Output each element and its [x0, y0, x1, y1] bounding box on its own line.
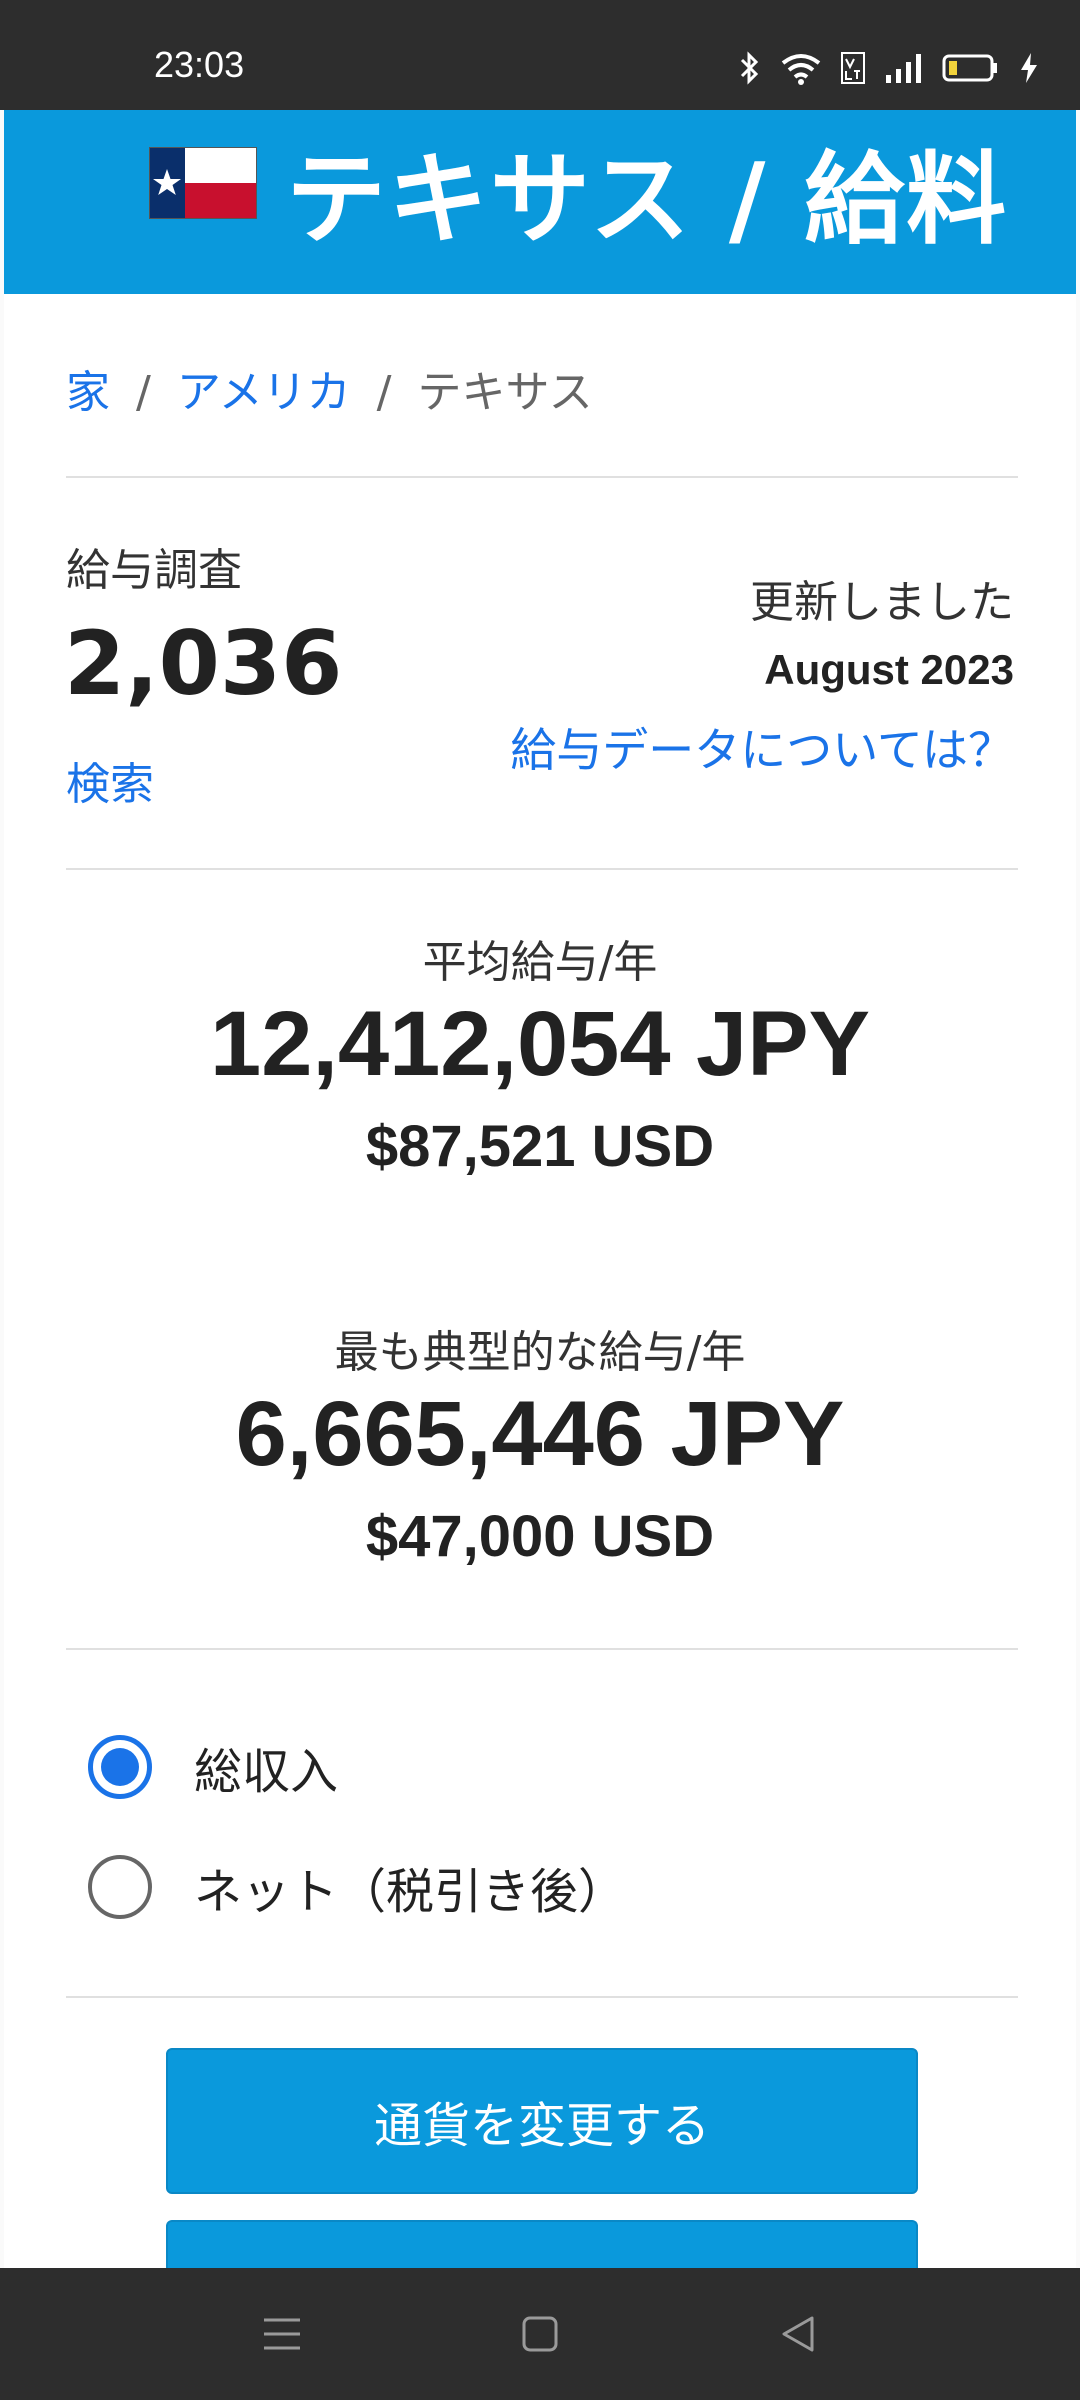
wifi-icon	[781, 54, 821, 85]
survey-count: 2,036	[64, 612, 343, 715]
back-icon[interactable]	[768, 2308, 828, 2360]
typical-salary-usd: $47,000 USD	[365, 1504, 715, 1569]
typical-salary-label: 最も典型的な給与/年	[334, 1327, 746, 1378]
radio-gross-income[interactable]: 総収入	[88, 1732, 338, 1802]
breadcrumb-home-link[interactable]: 家	[66, 367, 110, 418]
battery-icon	[942, 54, 997, 82]
status-time: 23:03	[154, 44, 245, 85]
average-salary-jpy: 12,412,054 JPY	[210, 993, 870, 1095]
main-content: 家 / アメリカ / テキサス 給与調査 2,036 検索 更新しました August …	[4, 294, 1076, 2280]
updated-date: August 2023	[764, 646, 1014, 693]
typical-salary-block: 最も典型的な給与/年 6,665,446 JPY $47,000 USD	[4, 1316, 1076, 1570]
breadcrumb-separator: /	[136, 367, 151, 418]
breadcrumb: 家 / アメリカ / テキサス	[66, 356, 593, 420]
home-icon[interactable]	[510, 2308, 570, 2360]
signal-icon	[886, 54, 921, 83]
radio-gross-income-label: 総収入	[194, 1744, 339, 1800]
menu-icon[interactable]	[252, 2308, 312, 2360]
breadcrumb-country-link[interactable]: アメリカ	[177, 367, 351, 418]
radio-unselected-icon[interactable]	[88, 1855, 152, 1919]
breadcrumb-current: テキサス	[417, 367, 593, 418]
radio-net-income[interactable]: ネット（税引き後）	[88, 1852, 626, 1922]
page-title: テキサス / 給料	[286, 141, 1009, 258]
charging-icon	[1021, 53, 1037, 83]
breadcrumb-separator: /	[376, 367, 392, 418]
average-salary-block: 平均給与/年 12,412,054 JPY $87,521 USD	[4, 926, 1076, 1180]
divider	[66, 1648, 1018, 1650]
radio-net-income-label: ネット（税引き後）	[194, 1864, 627, 1920]
survey-label: 給与調査	[66, 545, 242, 596]
divider	[66, 1996, 1018, 1998]
bluetooth-icon	[740, 51, 759, 85]
status-icons	[738, 48, 1040, 88]
texas-flag-icon	[149, 147, 257, 219]
updated-label: 更新しました	[750, 577, 1014, 628]
search-link[interactable]: 検索	[66, 748, 154, 812]
system-nav-bar	[0, 2268, 1080, 2400]
volte-icon	[841, 52, 865, 84]
divider	[66, 868, 1018, 870]
page-header: テキサス / 給料	[4, 110, 1076, 294]
salary-data-info-link[interactable]: 給与データについては？	[510, 714, 1014, 780]
average-salary-usd: $87,521 USD	[365, 1114, 715, 1179]
average-salary-label: 平均給与/年	[422, 937, 658, 988]
typical-salary-jpy: 6,665,446 JPY	[235, 1383, 845, 1485]
radio-selected-icon[interactable]	[88, 1735, 152, 1799]
change-currency-button[interactable]: 通貨を変更する	[166, 2048, 918, 2194]
status-bar: 23:03	[0, 0, 1080, 110]
divider	[66, 476, 1018, 478]
